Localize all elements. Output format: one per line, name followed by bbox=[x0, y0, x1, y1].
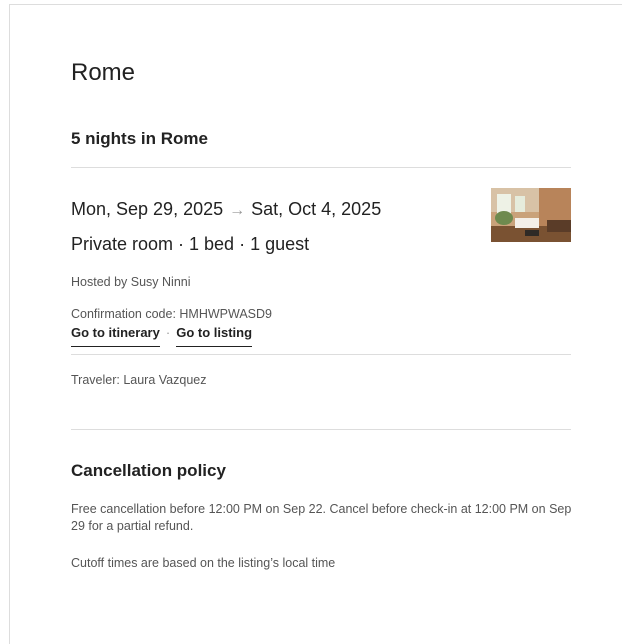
go-to-itinerary-link[interactable]: Go to itinerary bbox=[71, 325, 160, 347]
cancellation-policy-title: Cancellation policy bbox=[71, 461, 226, 480]
cancellation-policy-text: Free cancellation before 12:00 PM on Sep… bbox=[71, 502, 572, 533]
check-out-date: Sat, Oct 4, 2025 bbox=[251, 199, 382, 219]
city-title: Rome bbox=[71, 59, 136, 86]
host-name: Hosted by Susy Ninni bbox=[71, 275, 191, 289]
nights-heading: 5 nights in Rome bbox=[71, 129, 208, 148]
listing-thumbnail[interactable] bbox=[491, 188, 571, 242]
go-to-listing-link[interactable]: Go to listing bbox=[176, 325, 253, 347]
divider-links bbox=[71, 354, 571, 355]
listing-photo-image bbox=[491, 188, 571, 242]
reservation-card: Rome 5 nights in Rome Mon, Sep 29, 2025 →… bbox=[9, 4, 622, 644]
link-separator: · bbox=[165, 325, 171, 340]
traveler-name: Traveler: Laura Vazquez bbox=[71, 373, 207, 387]
stay-dates: Mon, Sep 29, 2025 → Sat, Oct 4, 2025 bbox=[71, 199, 381, 220]
cutoff-note: Cutoff times are based on the listing’s … bbox=[71, 556, 336, 570]
room-summary: Private room · 1 bed · 1 guest bbox=[71, 234, 310, 254]
confirmation-code: Confirmation code: HMHWPWASD9 bbox=[71, 307, 272, 321]
reservation-links: Go to itinerary · Go to listing bbox=[71, 325, 253, 347]
arrow-right-icon: → bbox=[229, 202, 246, 219]
divider-top bbox=[71, 167, 571, 168]
divider-policy bbox=[71, 429, 571, 430]
check-in-date: Mon, Sep 29, 2025 bbox=[71, 199, 224, 219]
